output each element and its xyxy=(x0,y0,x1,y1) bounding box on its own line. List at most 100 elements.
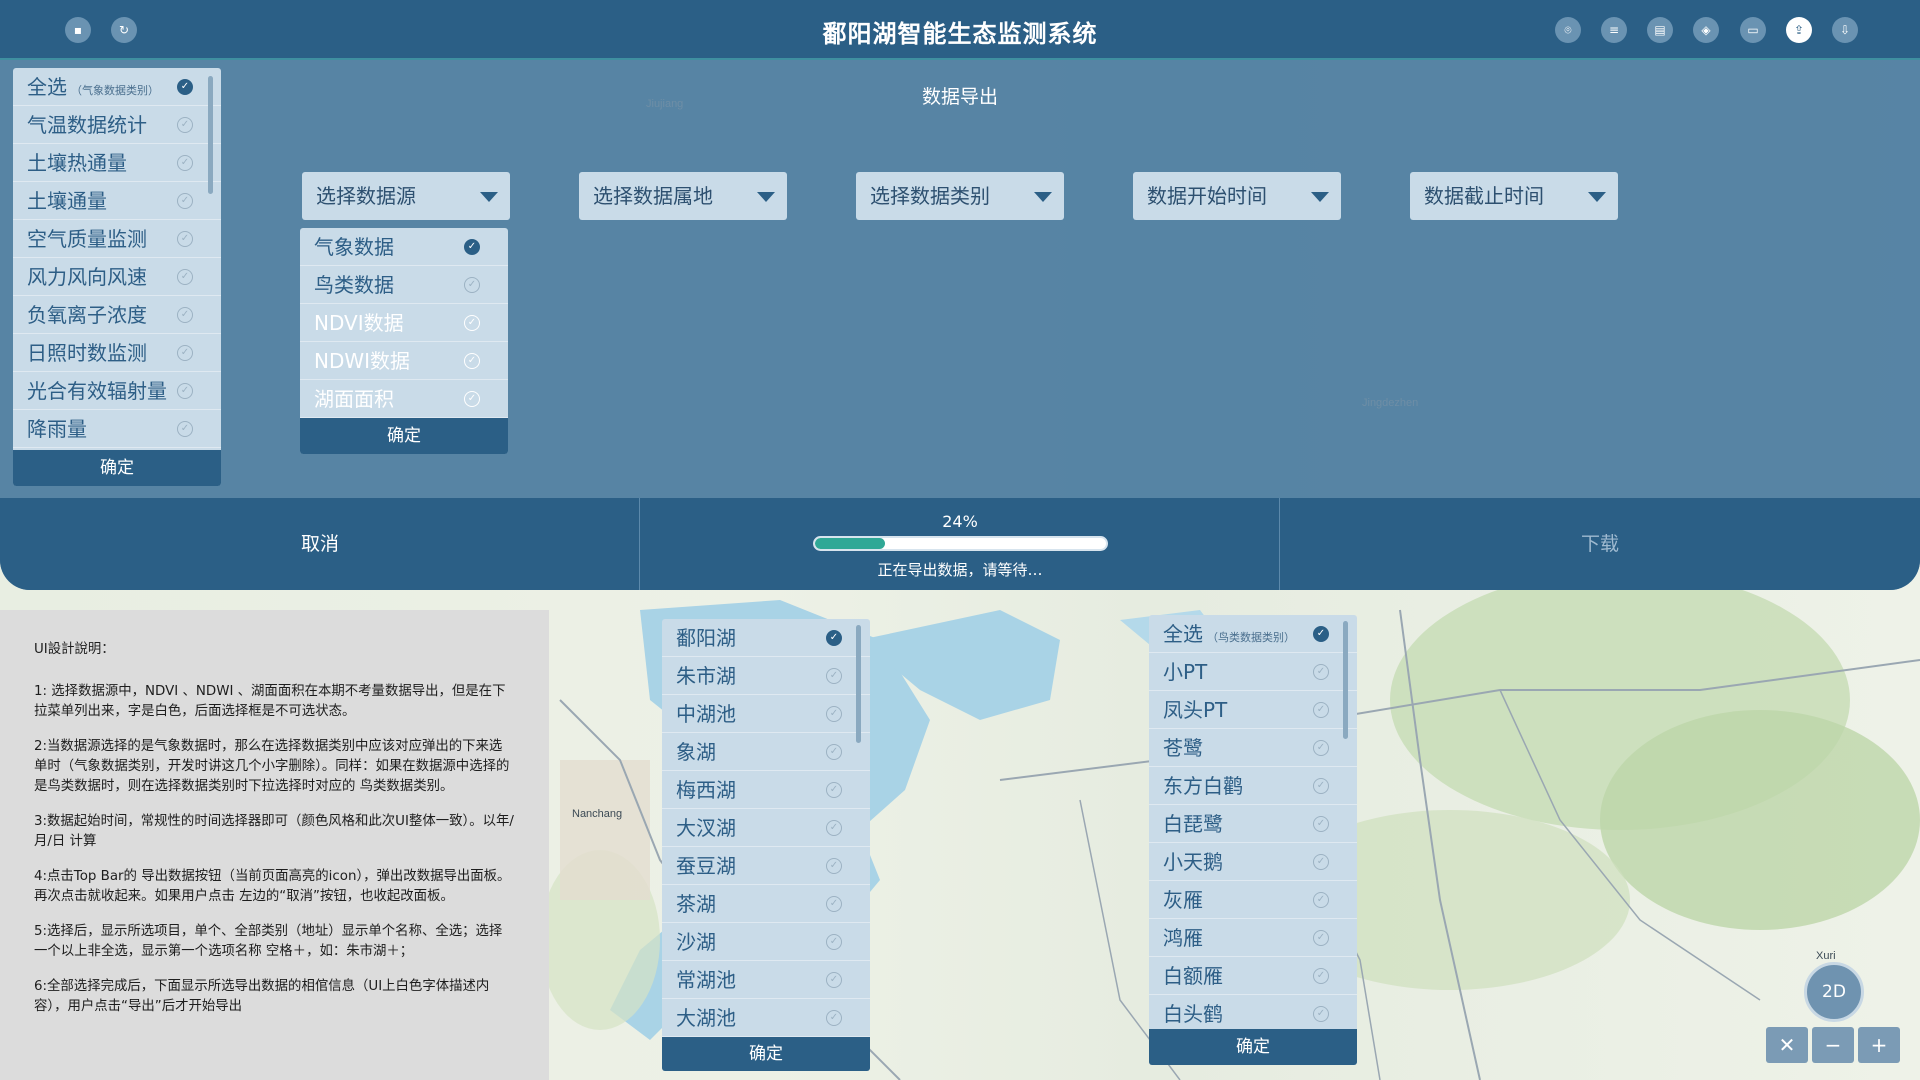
list-item[interactable]: 苍鹭 ✓ xyxy=(1149,729,1357,767)
list-item-label: 全选 xyxy=(1163,622,1203,646)
list-item[interactable]: 象湖 ✓ xyxy=(662,733,870,771)
list-item[interactable]: 小天鹅 ✓ xyxy=(1149,843,1357,881)
check-icon[interactable]: ✓ xyxy=(826,782,842,798)
list-item-label: NDVI数据 xyxy=(314,311,404,335)
download-button[interactable]: 下载 xyxy=(1280,498,1920,590)
list-item[interactable]: 常湖池 ✓ xyxy=(662,961,870,999)
list-item[interactable]: 茶湖 ✓ xyxy=(662,885,870,923)
check-icon: ✓ xyxy=(464,391,480,407)
list-item[interactable]: 全选 （鸟类数据类别） ✓ xyxy=(1149,615,1357,653)
check-icon[interactable]: ✓ xyxy=(177,117,193,133)
list-item[interactable]: 凤头PT ✓ xyxy=(1149,691,1357,729)
list-item[interactable]: 朱市湖 ✓ xyxy=(662,657,870,695)
check-icon[interactable]: ✓ xyxy=(826,668,842,684)
list-icon[interactable]: ≡ xyxy=(1601,17,1627,43)
confirm-button[interactable]: 确定 xyxy=(300,418,508,454)
check-icon[interactable]: ✓ xyxy=(464,277,480,293)
list-item[interactable]: 梅西湖 ✓ xyxy=(662,771,870,809)
end-date-select[interactable]: 数据截止时间 xyxy=(1410,172,1618,220)
check-icon[interactable]: ✓ xyxy=(177,269,193,285)
location-icon[interactable]: ⌾ xyxy=(1555,17,1581,43)
check-icon[interactable]: ✓ xyxy=(826,1010,842,1026)
check-icon[interactable]: ✓ xyxy=(177,307,193,323)
check-icon[interactable]: ✓ xyxy=(1313,740,1329,756)
scrollbar[interactable] xyxy=(856,625,861,743)
list-item[interactable]: 降雨量 ✓ xyxy=(13,410,221,448)
map-label-jingdezhen: Jingdezhen xyxy=(1362,397,1419,409)
list-item-label: 土壤热通量 xyxy=(27,151,127,175)
data-location-select[interactable]: 选择数据属地 xyxy=(579,172,787,220)
list-item[interactable]: 蚕豆湖 ✓ xyxy=(662,847,870,885)
check-icon[interactable]: ✓ xyxy=(1313,702,1329,718)
zoom-out-button[interactable]: − xyxy=(1812,1027,1854,1063)
check-icon[interactable]: ✓ xyxy=(826,630,842,646)
cancel-button[interactable]: 取消 xyxy=(0,498,640,590)
check-icon[interactable]: ✓ xyxy=(1313,778,1329,794)
map-mode-toggle[interactable]: 2D xyxy=(1804,962,1864,1022)
zoom-in-button[interactable]: + xyxy=(1858,1027,1900,1063)
list-item[interactable]: 鄱阳湖 ✓ xyxy=(662,619,870,657)
list-item[interactable]: 风力风向风速 ✓ xyxy=(13,258,221,296)
list-item[interactable]: 气象数据 ✓ xyxy=(300,228,508,266)
check-icon[interactable]: ✓ xyxy=(1313,930,1329,946)
check-icon[interactable]: ✓ xyxy=(177,231,193,247)
list-item[interactable]: 中湖池 ✓ xyxy=(662,695,870,733)
check-icon[interactable]: ✓ xyxy=(826,706,842,722)
check-icon[interactable]: ✓ xyxy=(826,972,842,988)
check-icon[interactable]: ✓ xyxy=(177,345,193,361)
fullscreen-button[interactable]: ✕ xyxy=(1766,1027,1808,1063)
list-item[interactable]: 土壤通量 ✓ xyxy=(13,182,221,220)
check-icon[interactable]: ✓ xyxy=(1313,626,1329,642)
scrollbar[interactable] xyxy=(208,76,213,194)
list-item[interactable]: 负氧离子浓度 ✓ xyxy=(13,296,221,334)
list-item[interactable]: 东方白鹳 ✓ xyxy=(1149,767,1357,805)
confirm-button[interactable]: 确定 xyxy=(1149,1029,1357,1065)
check-icon[interactable]: ✓ xyxy=(826,896,842,912)
check-icon[interactable]: ✓ xyxy=(826,744,842,760)
list-item[interactable]: 沙湖 ✓ xyxy=(662,923,870,961)
list-item[interactable]: 白头鹤 ✓ xyxy=(1149,995,1357,1033)
check-icon[interactable]: ✓ xyxy=(826,934,842,950)
check-icon[interactable]: ✓ xyxy=(1313,854,1329,870)
scrollbar[interactable] xyxy=(1343,621,1348,739)
list-item[interactable]: 大湖池 ✓ xyxy=(662,999,870,1037)
check-icon[interactable]: ✓ xyxy=(177,421,193,437)
layers-icon[interactable]: ◈ xyxy=(1693,17,1719,43)
data-category-select[interactable]: 选择数据类别 xyxy=(856,172,1064,220)
list-item-label: 气温数据统计 xyxy=(27,113,147,137)
document-icon[interactable]: ▤ xyxy=(1647,17,1673,43)
list-item[interactable]: 白额雁 ✓ xyxy=(1149,957,1357,995)
list-item[interactable]: 白琵鹭 ✓ xyxy=(1149,805,1357,843)
data-source-select[interactable]: 选择数据源 xyxy=(302,172,510,220)
list-item[interactable]: 光合有效辐射量 ✓ xyxy=(13,372,221,410)
check-icon[interactable]: ✓ xyxy=(177,79,193,95)
check-icon[interactable]: ✓ xyxy=(177,193,193,209)
monitor-icon[interactable]: ▭ xyxy=(1740,17,1766,43)
list-item[interactable]: 土壤热通量 ✓ xyxy=(13,144,221,182)
download-icon[interactable]: ⇩ xyxy=(1832,17,1858,43)
list-item[interactable]: 大汊湖 ✓ xyxy=(662,809,870,847)
check-icon[interactable]: ✓ xyxy=(1313,816,1329,832)
check-icon[interactable]: ✓ xyxy=(826,858,842,874)
check-icon[interactable]: ✓ xyxy=(826,820,842,836)
check-icon[interactable]: ✓ xyxy=(1313,664,1329,680)
list-item[interactable]: 全选 （气象数据类别） ✓ xyxy=(13,68,221,106)
list-item[interactable]: 鸟类数据 ✓ xyxy=(300,266,508,304)
start-date-select[interactable]: 数据开始时间 xyxy=(1133,172,1341,220)
check-icon[interactable]: ✓ xyxy=(1313,1006,1329,1022)
check-icon[interactable]: ✓ xyxy=(177,155,193,171)
list-item-label: 大汊湖 xyxy=(676,816,736,840)
confirm-button[interactable]: 确定 xyxy=(662,1037,870,1071)
list-item[interactable]: 日照时数监测 ✓ xyxy=(13,334,221,372)
list-item[interactable]: 小PT ✓ xyxy=(1149,653,1357,691)
list-item[interactable]: 气温数据统计 ✓ xyxy=(13,106,221,144)
check-icon[interactable]: ✓ xyxy=(1313,968,1329,984)
check-icon[interactable]: ✓ xyxy=(464,239,480,255)
check-icon[interactable]: ✓ xyxy=(177,383,193,399)
export-icon[interactable]: ⇪ xyxy=(1786,17,1812,43)
confirm-button[interactable]: 确定 xyxy=(13,450,221,486)
list-item[interactable]: 灰雁 ✓ xyxy=(1149,881,1357,919)
check-icon[interactable]: ✓ xyxy=(1313,892,1329,908)
list-item[interactable]: 空气质量监测 ✓ xyxy=(13,220,221,258)
list-item[interactable]: 鸿雁 ✓ xyxy=(1149,919,1357,957)
